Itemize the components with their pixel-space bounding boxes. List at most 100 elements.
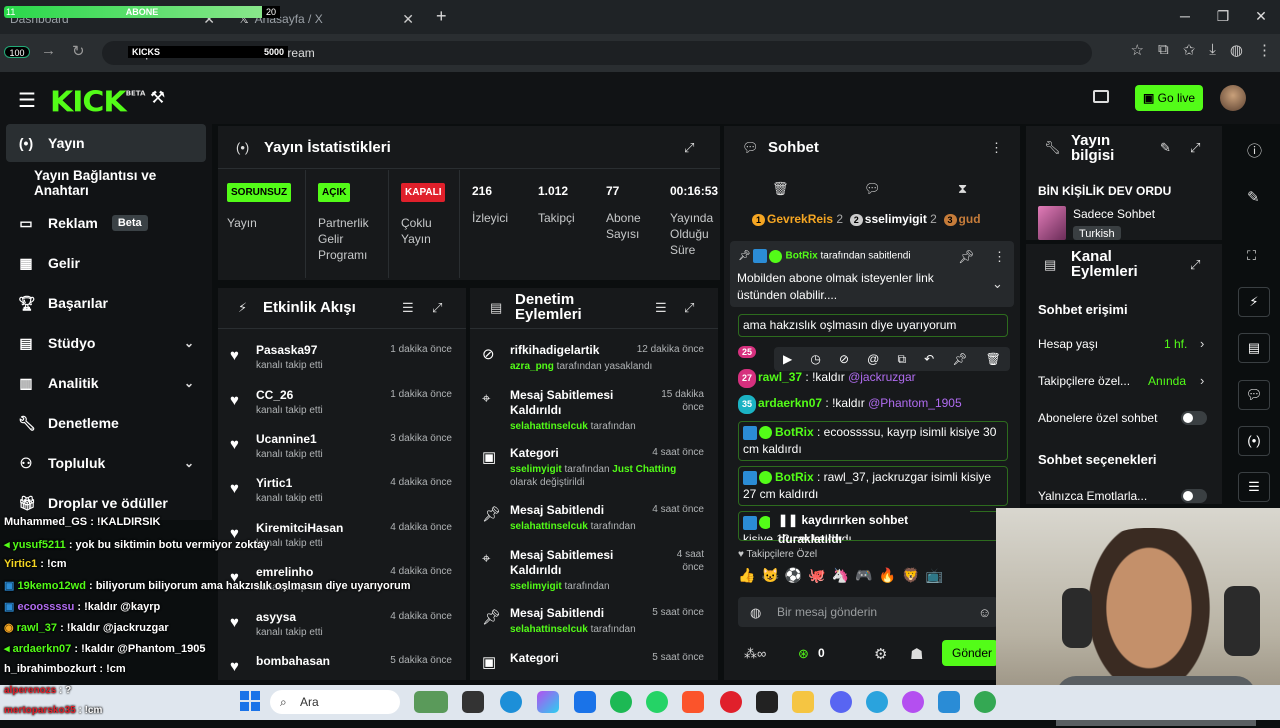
- sidebar-item-basarilar[interactable]: 🏆︎ Başarılar: [6, 284, 206, 322]
- filter-icon[interactable]: ☰: [402, 300, 414, 316]
- menu-dots-icon[interactable]: ⋮: [1257, 41, 1272, 59]
- reload-icon[interactable]: ↻: [72, 42, 85, 60]
- chat-bubble-icon[interactable]: 💬︎: [864, 181, 881, 197]
- play-icon[interactable]: ▶: [783, 352, 792, 366]
- close-tab-icon[interactable]: ✕: [402, 11, 414, 28]
- copilot-icon[interactable]: [537, 691, 559, 713]
- followers-only-label: Takipçilere özel...: [1038, 374, 1131, 388]
- extensions-icon[interactable]: ⧉: [1158, 41, 1169, 59]
- favorites-icon[interactable]: ✩: [1183, 41, 1196, 59]
- delete-icon[interactable]: 🗑︎: [986, 352, 1001, 366]
- news-widget-icon[interactable]: [414, 691, 448, 713]
- emote-icon[interactable]: 🦁: [902, 567, 919, 589]
- screenshot-icon[interactable]: ⛶: [1247, 248, 1256, 264]
- telegram-icon[interactable]: [866, 691, 888, 713]
- file-explorer-icon[interactable]: [792, 691, 814, 713]
- document-icon[interactable]: ▤: [1238, 333, 1270, 363]
- edit-pencil-icon[interactable]: ✎: [1160, 140, 1171, 156]
- mention-icon[interactable]: @: [867, 352, 879, 366]
- send-button[interactable]: Gönder: [942, 640, 998, 666]
- followers-only-value[interactable]: Anında: [1148, 374, 1186, 388]
- forward-icon[interactable]: →: [41, 42, 56, 60]
- sidebar-item-denetleme[interactable]: 🔧︎ Denetleme: [6, 404, 206, 442]
- emote-icon[interactable]: 🐙: [808, 567, 825, 589]
- expand-icon[interactable]: ⤢: [684, 140, 694, 156]
- pin-icon[interactable]: 📌︎: [958, 249, 975, 265]
- profile-icon[interactable]: ◍: [1230, 41, 1243, 59]
- edit-pencil-icon[interactable]: ✎: [1247, 188, 1260, 206]
- chevron-right-icon[interactable]: ›: [1200, 373, 1204, 388]
- bolt-icon[interactable]: ⚡︎: [1238, 287, 1270, 317]
- go-live-button[interactable]: ▣ Go live: [1135, 85, 1203, 111]
- chevron-right-icon[interactable]: ›: [1200, 336, 1204, 351]
- filter-icon[interactable]: ☰: [655, 300, 667, 316]
- close-window-icon[interactable]: ✕: [1242, 0, 1280, 34]
- pin-icon[interactable]: 📌︎: [952, 352, 967, 366]
- download-icon[interactable]: ⤓: [1209, 41, 1216, 59]
- new-tab-icon[interactable]: +: [436, 6, 447, 27]
- sidebar-item-topluluk[interactable]: ⚇ Topluluk ⌄: [6, 444, 206, 482]
- opera-icon[interactable]: [720, 691, 742, 713]
- trash-icon[interactable]: 🗑︎: [772, 181, 789, 197]
- spotify-icon[interactable]: [610, 691, 632, 713]
- chrome-icon[interactable]: [974, 691, 996, 713]
- taskbar-search[interactable]: ⌕ Ara: [270, 690, 400, 714]
- emoji-icon[interactable]: ☺: [978, 605, 991, 620]
- chevron-down-icon[interactable]: ⌄: [992, 276, 1003, 292]
- maximize-icon[interactable]: ❐: [1204, 0, 1242, 34]
- settings-sliders-icon[interactable]: ☰: [1238, 472, 1270, 502]
- emote-icon[interactable]: 🔥: [879, 567, 896, 589]
- emotes-only-toggle[interactable]: [1181, 489, 1207, 503]
- discord-icon[interactable]: [830, 691, 852, 713]
- settings-gear-icon[interactable]: ⚙: [874, 645, 887, 663]
- emote-icon[interactable]: 👍: [738, 567, 755, 589]
- hourglass-icon[interactable]: ⧗: [958, 181, 967, 197]
- kick-logo[interactable]: KICKBETA: [50, 86, 145, 119]
- expand-icon[interactable]: ⤢: [1190, 140, 1200, 156]
- hammer-icon[interactable]: ⚒: [150, 88, 165, 108]
- minimize-icon[interactable]: ─: [1166, 0, 1204, 34]
- emote-icon[interactable]: 🎮: [855, 567, 872, 589]
- hide-icon[interactable]: ⊘: [839, 352, 849, 366]
- info-icon[interactable]: ⓘ: [1247, 140, 1262, 161]
- bot-icon[interactable]: ☗: [910, 645, 923, 663]
- sidebar-item-studyo[interactable]: ▤ Stüdyo ⌄: [6, 324, 206, 362]
- sidebar-item-gelir[interactable]: ▦ Gelir: [6, 244, 206, 282]
- edge-icon[interactable]: [500, 691, 522, 713]
- app-icon[interactable]: [574, 691, 596, 713]
- menu-dots-icon[interactable]: ⋮: [990, 140, 1003, 156]
- undo-icon[interactable]: ↶: [924, 352, 934, 366]
- copy-icon[interactable]: ⧉: [897, 352, 906, 367]
- expand-icon[interactable]: ⤢: [1190, 257, 1200, 273]
- emote-icon[interactable]: 🦄: [832, 567, 849, 589]
- sidebar-item-stream-key[interactable]: Yayın Bağlantısı ve Anahtarı: [6, 164, 206, 202]
- broadcast-icon[interactable]: (•): [1238, 426, 1270, 456]
- brave-icon[interactable]: [682, 691, 704, 713]
- subs-only-toggle[interactable]: [1181, 411, 1207, 425]
- expand-icon[interactable]: ⤢: [432, 300, 442, 316]
- windows-start-icon[interactable]: [240, 691, 260, 711]
- emote-icon[interactable]: 📺: [926, 567, 943, 589]
- app-icon[interactable]: [938, 691, 960, 713]
- screen-icon[interactable]: [1093, 90, 1109, 103]
- timeout-icon[interactable]: ◷: [810, 352, 820, 366]
- app-icon[interactable]: [756, 691, 778, 713]
- sidebar-item-reklam[interactable]: ▭ Reklam Beta: [6, 204, 206, 242]
- sidebar-item-yayin[interactable]: (•) Yayın: [6, 124, 206, 162]
- points-icon[interactable]: ⁂∞: [744, 646, 766, 662]
- expand-icon[interactable]: ⤢: [684, 300, 694, 316]
- whatsapp-icon[interactable]: [646, 691, 668, 713]
- emote-icon[interactable]: ⚽: [785, 567, 802, 589]
- chat-icon[interactable]: 💬︎: [1238, 380, 1270, 410]
- account-age-value[interactable]: 1 hf.: [1164, 337, 1187, 351]
- task-view-icon[interactable]: [462, 691, 484, 713]
- list-item: ♥ asyysa kanalı takip etti 4 dakika önce: [228, 608, 456, 652]
- sidebar-item-analitik[interactable]: ▥ Analitik ⌄: [6, 364, 206, 402]
- avatar[interactable]: [1220, 85, 1246, 111]
- chat-paused-banner[interactable]: ❚❚ kaydırırken sohbet duraklatıldı: [770, 511, 970, 546]
- bookmark-star-icon[interactable]: ☆: [1131, 41, 1144, 59]
- app-icon[interactable]: [902, 691, 924, 713]
- emote-icon[interactable]: 😺: [761, 567, 778, 589]
- menu-dots-icon[interactable]: ⋮: [993, 249, 1006, 265]
- hamburger-menu-icon[interactable]: ☰: [18, 88, 36, 113]
